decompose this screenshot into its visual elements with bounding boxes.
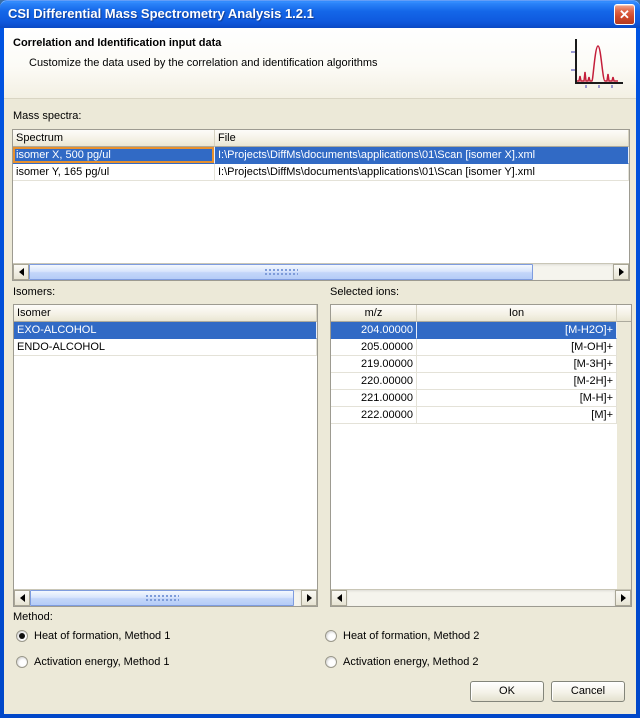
table-row[interactable]: isomer Y, 165 pg/ul I:\Projects\DiffMs\d… (13, 164, 629, 181)
method-radio-3[interactable] (325, 656, 337, 668)
scrollbar-track[interactable] (30, 590, 301, 606)
radio-option-heat-method-1[interactable]: Heat of formation, Method 1 (16, 629, 170, 643)
row-filler (617, 339, 631, 356)
column-header-spectrum[interactable]: Spectrum (13, 130, 215, 147)
dialog-window: CSI Differential Mass Spectrometry Analy… (0, 0, 640, 718)
spectrum-cell[interactable]: isomer X, 500 pg/ul (13, 147, 215, 164)
header-banner: Correlation and Identification input dat… (4, 28, 636, 99)
radio-label: Activation energy, Method 1 (34, 656, 170, 668)
thumb-grip-icon (145, 594, 179, 602)
radio-label: Activation energy, Method 2 (343, 656, 479, 668)
selected-ions-label: Selected ions: (330, 286, 399, 298)
column-header-filler (617, 305, 631, 322)
table-row[interactable]: 205.00000 [M-OH]+ (331, 339, 631, 356)
radio-option-activation-method-2[interactable]: Activation energy, Method 2 (325, 655, 479, 669)
method-label: Method: (13, 611, 53, 623)
ok-button[interactable]: OK (470, 681, 544, 702)
row-filler (617, 356, 631, 373)
scroll-right-icon[interactable] (615, 590, 631, 606)
mass-spectra-header-row: Spectrum File (13, 130, 629, 147)
method-radio-2[interactable] (16, 656, 28, 668)
table-row[interactable]: isomer X, 500 pg/ul I:\Projects\DiffMs\d… (13, 147, 629, 164)
thumb-grip-icon (264, 268, 298, 276)
scroll-left-icon[interactable] (331, 590, 347, 606)
title-bar[interactable]: CSI Differential Mass Spectrometry Analy… (0, 0, 640, 28)
scroll-right-icon[interactable] (613, 264, 629, 280)
row-filler (617, 407, 631, 424)
scroll-left-icon[interactable] (13, 264, 29, 280)
grid-empty-area (331, 424, 631, 589)
mz-cell[interactable]: 220.00000 (331, 373, 417, 390)
mass-spectra-hscrollbar[interactable] (13, 263, 629, 280)
radio-label: Heat of formation, Method 1 (34, 630, 170, 642)
scrollbar-track[interactable] (347, 590, 615, 606)
mz-cell[interactable]: 221.00000 (331, 390, 417, 407)
mass-spectra-label: Mass spectra: (13, 110, 81, 122)
row-filler (617, 373, 631, 390)
table-row[interactable]: 222.00000 [M]+ (331, 407, 631, 424)
column-header-mz[interactable]: m/z (331, 305, 417, 322)
spectrum-cell[interactable]: isomer Y, 165 pg/ul (13, 164, 215, 181)
ion-cell[interactable]: [M-OH]+ (417, 339, 617, 356)
table-row[interactable]: 220.00000 [M-2H]+ (331, 373, 631, 390)
grid-empty-area (13, 181, 629, 263)
dialog-body: Correlation and Identification input dat… (4, 28, 636, 714)
banner-title: Correlation and Identification input dat… (13, 37, 221, 49)
window-title: CSI Differential Mass Spectrometry Analy… (8, 0, 314, 28)
isomers-hscrollbar[interactable] (14, 589, 317, 606)
ions-hscrollbar[interactable] (331, 589, 631, 606)
column-header-ion[interactable]: Ion (417, 305, 617, 322)
file-cell[interactable]: I:\Projects\DiffMs\documents\application… (215, 164, 629, 181)
column-header-file[interactable]: File (215, 130, 629, 147)
ions-header-row: m/z Ion (331, 305, 631, 322)
isomers-grid: Isomer EXO-ALCOHOL ENDO-ALCOHOL (13, 304, 318, 607)
radio-label: Heat of formation, Method 2 (343, 630, 479, 642)
ion-cell[interactable]: [M-H]+ (417, 390, 617, 407)
table-row[interactable]: 221.00000 [M-H]+ (331, 390, 631, 407)
mz-cell[interactable]: 205.00000 (331, 339, 417, 356)
cancel-button[interactable]: Cancel (551, 681, 625, 702)
mz-cell[interactable]: 204.00000 (331, 322, 417, 339)
selected-ions-grid: m/z Ion 204.00000 [M-H2O]+ 205.00000 [M-… (330, 304, 632, 607)
table-row[interactable]: 219.00000 [M-3H]+ (331, 356, 631, 373)
mass-spectrum-chart-icon (564, 33, 626, 93)
row-filler (617, 390, 631, 407)
ion-cell[interactable]: [M-3H]+ (417, 356, 617, 373)
ion-cell[interactable]: [M]+ (417, 407, 617, 424)
method-radio-1[interactable] (325, 630, 337, 642)
table-row[interactable]: 204.00000 [M-H2O]+ (331, 322, 631, 339)
mz-cell[interactable]: 219.00000 (331, 356, 417, 373)
isomers-label: Isomers: (13, 286, 55, 298)
grid-empty-area (14, 356, 317, 589)
isomer-cell[interactable]: EXO-ALCOHOL (14, 322, 317, 339)
close-icon[interactable]: ✕ (614, 4, 635, 25)
file-cell[interactable]: I:\Projects\DiffMs\documents\application… (215, 147, 629, 164)
radio-option-activation-method-1[interactable]: Activation energy, Method 1 (16, 655, 170, 669)
list-item[interactable]: EXO-ALCOHOL (14, 322, 317, 339)
scrollbar-track[interactable] (29, 264, 613, 280)
scroll-left-icon[interactable] (14, 590, 30, 606)
method-radio-0[interactable] (16, 630, 28, 642)
scrollbar-thumb[interactable] (29, 264, 533, 280)
isomers-header-row: Isomer (14, 305, 317, 322)
scroll-right-icon[interactable] (301, 590, 317, 606)
ion-cell[interactable]: [M-2H]+ (417, 373, 617, 390)
ion-cell[interactable]: [M-H2O]+ (417, 322, 617, 339)
column-header-isomer[interactable]: Isomer (14, 305, 317, 322)
radio-option-heat-method-2[interactable]: Heat of formation, Method 2 (325, 629, 479, 643)
row-filler (617, 322, 631, 339)
list-item[interactable]: ENDO-ALCOHOL (14, 339, 317, 356)
scrollbar-thumb[interactable] (30, 590, 294, 606)
banner-subtitle: Customize the data used by the correlati… (29, 57, 378, 69)
mz-cell[interactable]: 222.00000 (331, 407, 417, 424)
isomer-cell[interactable]: ENDO-ALCOHOL (14, 339, 317, 356)
mass-spectra-grid: Spectrum File isomer X, 500 pg/ul I:\Pro… (12, 129, 630, 281)
